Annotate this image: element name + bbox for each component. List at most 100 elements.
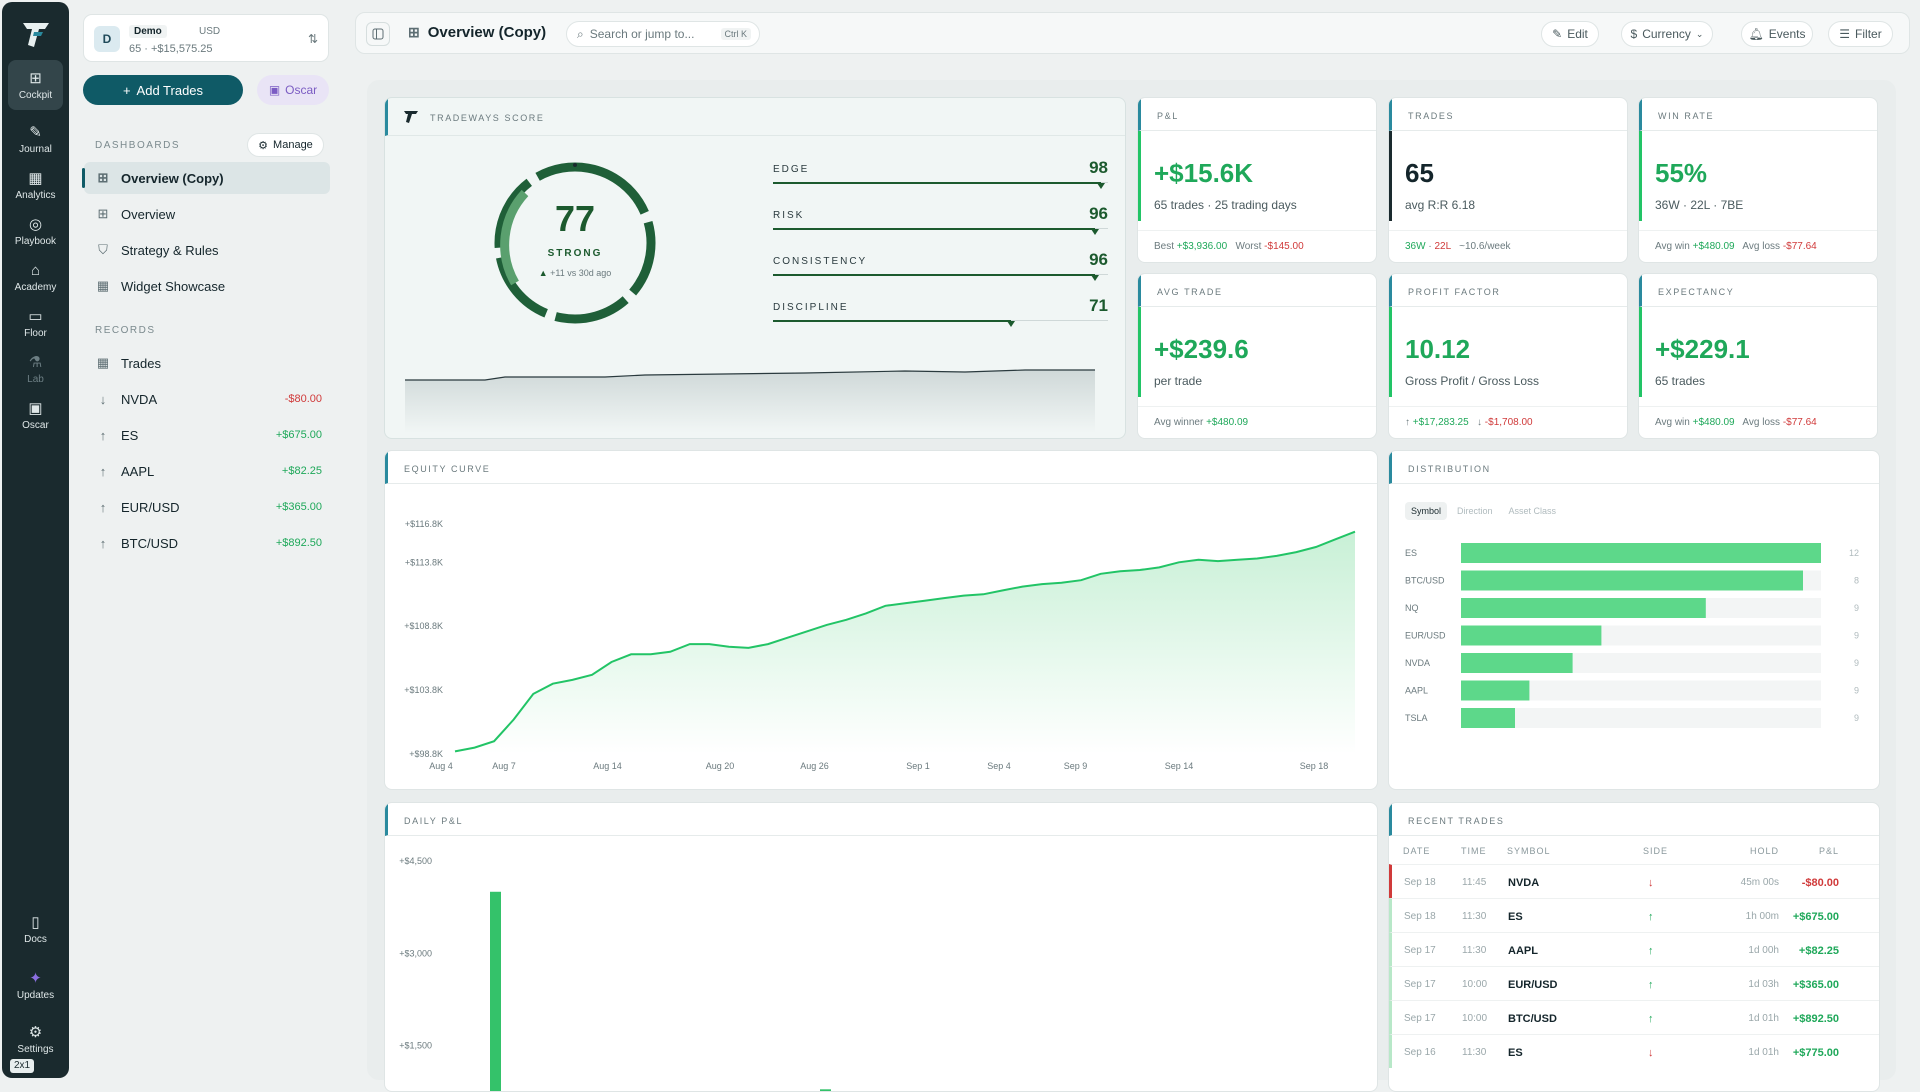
kpi-footer-part: Avg win [1655,241,1693,252]
table-row[interactable]: Sep 17 10:00 EUR/USD ↑ 1d 03h +$365.00 [1389,966,1879,1000]
daily-pnl-bar[interactable] [490,891,501,1092]
x-tick-label: Aug 14 [593,761,622,771]
rail-item-journal[interactable]: ✎ Journal [8,114,63,164]
manage-button[interactable]: ⚙ Manage [247,133,324,157]
distribution-tab[interactable]: Asset Class [1503,502,1563,520]
oscar-button[interactable]: ▣ Oscar [257,75,329,105]
rail-item-label: Docs [24,934,47,945]
filter-button[interactable]: ☰ Filter [1828,21,1893,47]
calendar-icon: ▦ [28,170,43,187]
category-label: AAPL [1405,686,1428,696]
sliders-icon: ☰ [1839,27,1851,41]
add-trades-button[interactable]: + Add Trades [83,75,243,105]
table-row[interactable]: Sep 18 11:45 NVDA ↓ 45m 00s -$80.00 [1389,864,1879,898]
daily-pnl-header: DAILY P&L [385,803,1377,836]
sidebar-toggle-button[interactable] [366,22,390,46]
account-summary: 65 · +$15,575.25 [129,43,213,55]
kpi-footer-part: +$480.09 [1692,417,1735,428]
distribution-card[interactable]: DISTRIBUTION Symbol Direction Asset Class … [1388,450,1880,790]
score-card-title: TRADEWAYS SCORE [430,113,545,123]
kpi-subtext: 65 trades [1655,374,1706,388]
grid-icon: ⊞ [29,70,42,87]
rail-item-floor[interactable]: ▭ Floor [8,298,63,348]
sidebar-dashboard-item[interactable]: ⊞ Overview (Copy) [82,162,330,194]
rail-item-oscar[interactable]: ▣ Oscar [8,390,63,440]
table-row[interactable]: Sep 18 11:30 ES ↑ 1h 00m +$675.00 [1389,898,1879,932]
distribution-bar [1461,543,1821,563]
kpi-subtext: per trade [1154,374,1203,388]
search-input[interactable]: ⌕ Search or jump to... Ctrl K [566,21,760,47]
trade-pnl: +$775.00 [1792,1047,1839,1059]
kpi-footer-part: 22L [1434,241,1451,252]
events-button[interactable]: 🔔︎ Events [1741,21,1813,47]
sidebar-dashboard-item[interactable]: ▦ Widget Showcase [84,270,330,302]
table-row[interactable]: Sep 17 11:30 AAPL ↑ 1d 00h +$82.25 [1389,932,1879,966]
kpi-card-profit-factor[interactable]: PROFIT FACTOR 10.12 Gross Profit / Gross L… [1388,273,1628,439]
sidebar-dashboard-item[interactable]: ⊞ Overview [84,198,330,230]
tradeways-logo[interactable] [20,20,52,50]
category-label: ES [1405,548,1417,558]
category-label: TSLA [1405,713,1428,723]
column-header[interactable]: SYMBOL [1507,846,1551,856]
kpi-footer-part: +$17,283.25 [1412,417,1469,428]
sidebar-record-item[interactable]: ↑ ES +$675.00 [84,419,330,451]
grid-icon: ⊞ [97,170,109,185]
kpi-subtext: avg R:R 6.18 [1405,198,1476,212]
kpi-card-p-l[interactable]: P&L +$15.6K 65 trades · 25 trading days Bes… [1137,97,1377,263]
rail-item-settings[interactable]: ⚙ Settings [8,1014,63,1064]
distribution-tab[interactable]: Direction [1451,502,1499,520]
rail-item-academy[interactable]: ⌂ Academy [8,252,63,302]
column-header[interactable]: SIDE [1643,846,1668,856]
recent-trades-card[interactable]: RECENT TRADES DATE TIME SYMBOL SIDE HOLD P&L … [1388,802,1880,1092]
column-header[interactable]: HOLD [1750,846,1779,856]
sidebar-dashboard-item[interactable]: ⛉ Strategy & Rules [84,234,330,266]
arrow-up-icon: ↑ [1648,911,1654,923]
edit-button[interactable]: ✎ Edit [1541,21,1599,47]
daily-pnl-card[interactable]: DAILY P&L +$4,500 +$3,000 +$1,500 [384,802,1378,1092]
tradeways-score-card[interactable]: TRADEWAYS SCORE 77 STRONG ▲ +11 vs 30d a… [384,97,1126,439]
sidebar-record-item[interactable]: ↑ AAPL +$82.25 [84,455,330,487]
record-pnl: +$365.00 [275,501,322,513]
rail-item-analytics[interactable]: ▦ Analytics [8,160,63,210]
distribution-bar [1461,680,1530,701]
rail-item-label: Journal [19,144,52,155]
column-header[interactable]: P&L [1819,846,1839,856]
trade-time: 11:45 [1462,877,1487,888]
table-row[interactable]: Sep 17 10:00 BTC/USD ↑ 1d 01h +$892.50 [1389,1000,1879,1034]
trade-symbol: ES [1508,1047,1523,1059]
distribution-tab[interactable]: Symbol [1405,502,1448,520]
currency-button[interactable]: $ Currency ⌄ [1621,21,1713,47]
kpi-footer-part: ↓ [1468,417,1485,428]
column-header[interactable]: DATE [1403,846,1430,856]
kpi-accent-bar [1138,131,1141,221]
rail-item-playbook[interactable]: ◎ Playbook [8,206,63,256]
sidebar-record-item[interactable]: ↓ NVDA -$80.00 [84,383,330,415]
sidebar-record-item[interactable]: ↑ BTC/USD +$892.50 [84,527,330,559]
rail-item-cockpit[interactable]: ⊞ Cockpit [8,60,63,110]
x-tick-label: Sep 4 [987,761,1011,771]
search-placeholder: Search or jump to... [589,27,695,41]
kpi-card-header: TRADES [1389,98,1627,131]
rail-item-docs[interactable]: ▯ Docs [8,904,63,954]
kpi-footer-part: Avg loss [1734,241,1783,252]
equity-curve-title: EQUITY CURVE [404,464,491,474]
rail-item-label: Oscar [22,420,49,431]
equity-curve-card[interactable]: EQUITY CURVE +$98.8K +$103.8K +$108.8K +$11… [384,450,1378,790]
kpi-card-expectancy[interactable]: EXPECTANCY +$229.1 65 trades Avg win +$480.… [1638,273,1878,439]
rail-item-updates[interactable]: ✦ Updates [8,960,63,1010]
kpi-card-avg-trade[interactable]: AVG TRADE +$239.6 per trade Avg winner +$48… [1137,273,1377,439]
trade-date: Sep 17 [1404,1013,1436,1024]
sidebar-record-item[interactable]: ▦ Trades [84,347,330,379]
column-header[interactable]: TIME [1461,846,1487,856]
metric-label: DISCIPLINE [773,302,849,313]
y-tick-label: +$1,500 [399,1041,432,1051]
kpi-card-trades[interactable]: TRADES 65 avg R:R 6.18 36W · 22L ~10.6/week [1388,97,1628,263]
sidebar-record-item[interactable]: ↑ EUR/USD +$365.00 [84,491,330,523]
rail-item-label: Academy [14,281,57,293]
x-tick-label: Aug 7 [492,761,516,771]
table-row[interactable]: Sep 16 11:30 ES ↓ 1d 01h +$775.00 [1389,1034,1879,1068]
app-rail: ⊞ Cockpit ✎ Journal ▦ Analytics ◎ Playbook ⌂ Acad… [2,2,69,1078]
rail-item-lab[interactable]: ⚗ Lab [8,344,63,394]
account-switcher[interactable]: D Demo USD 65 · +$15,575.25 ⇅ [83,14,329,62]
kpi-card-win-rate[interactable]: WIN RATE 55% 36W · 22L · 7BE Avg win +$480.… [1638,97,1878,263]
